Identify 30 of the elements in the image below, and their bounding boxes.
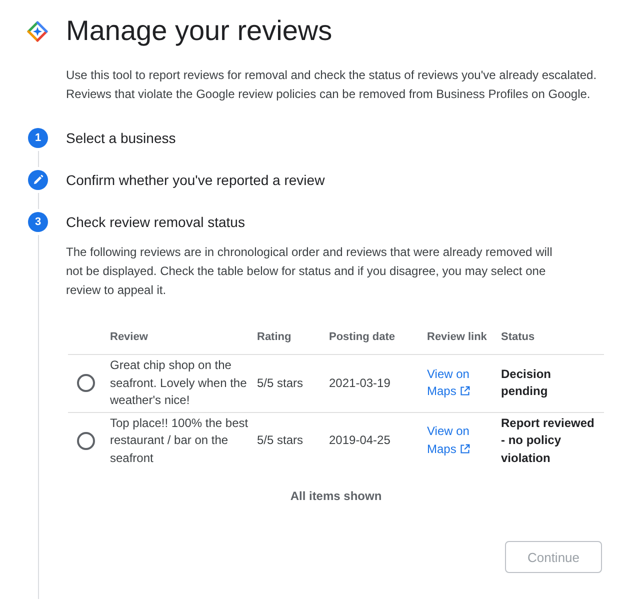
maps-link[interactable]: View on Maps xyxy=(427,366,497,401)
status-text: Decision pending xyxy=(501,366,552,400)
posting-date: 2019-04-25 xyxy=(329,432,392,449)
external-link-icon xyxy=(460,444,470,454)
status-text: Report reviewed - no policy violation xyxy=(501,414,596,466)
logo-icon xyxy=(27,20,48,42)
column-header: Review link xyxy=(427,331,487,343)
posting-date: 2021-03-19 xyxy=(329,374,392,392)
all-items-shown-text: All items shown xyxy=(290,489,382,503)
radio-button[interactable] xyxy=(77,374,95,392)
column-header: Rating xyxy=(257,331,292,343)
column-header: Status xyxy=(501,331,535,343)
column-header: Review xyxy=(110,331,148,343)
step-title: Confirm whether you've reported a review xyxy=(66,171,326,190)
step-title: Check review removal status xyxy=(66,213,246,232)
instructions-text: The following reviews are in chronological order and reviews that were already removed will not be displayed. Check the table below for status and if you disagree, you may select one review to appeal it. xyxy=(66,244,554,299)
edit-icon xyxy=(28,170,48,190)
step-title: Select a business xyxy=(66,129,177,148)
rating-text: 5/5 stars xyxy=(257,432,304,449)
page-description: Use this tool to report reviews for removal and check the status of reviews you've already escalated. Reviews that violate the Google review policies can be removed from Business Profiles on Google. xyxy=(66,67,598,103)
rating-text: 5/5 stars xyxy=(257,374,304,392)
step-number: 3 xyxy=(28,212,48,232)
maps-link[interactable]: View on Maps xyxy=(427,423,497,458)
page-title: Manage your reviews xyxy=(66,14,332,48)
column-header: Posting date xyxy=(329,331,396,343)
external-link-icon xyxy=(460,386,470,396)
review-text: Top place!! 100% the best restaurant / bar on the seafront xyxy=(110,414,250,466)
review-text: Great chip shop on the seafront. Lovely when the weather's nice! xyxy=(110,357,248,409)
step-number: 1 xyxy=(28,128,48,148)
radio-button[interactable] xyxy=(77,432,95,450)
